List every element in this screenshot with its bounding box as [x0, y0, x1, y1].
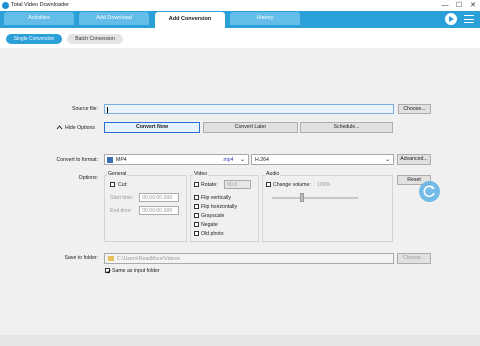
start-time-label: Start time:: [110, 195, 134, 201]
schedule-button[interactable]: Schedule...: [300, 122, 393, 133]
negate-checkbox[interactable]: [194, 222, 199, 227]
chevron-down-icon: ⌄: [240, 157, 246, 163]
grayscale-label: Grayscale: [201, 213, 225, 219]
video-format-icon: [107, 157, 113, 163]
app-logo-icon: [2, 2, 9, 9]
change-volume-label: Change volume:: [273, 182, 311, 188]
convert-format-label: Convert to format:: [56, 157, 98, 163]
format-select[interactable]: MP4 .mp4 ⌄: [104, 154, 249, 165]
refresh-icon[interactable]: [419, 181, 440, 202]
close-window-button[interactable]: ✕: [466, 0, 480, 11]
folder-icon: [108, 256, 114, 261]
tab-add-conversion[interactable]: Add Conversion: [155, 12, 225, 28]
tab-history[interactable]: History: [230, 12, 300, 25]
save-choose-button[interactable]: Choose...: [397, 253, 431, 264]
flip-vertical-label: Flip vertically: [201, 195, 231, 201]
chevron-down-icon: ⌄: [385, 157, 391, 163]
single-conversion-button[interactable]: Single Conversion: [6, 34, 62, 44]
old-photo-checkbox[interactable]: [194, 231, 199, 236]
minimize-button[interactable]: —: [438, 0, 452, 11]
change-volume-checkbox[interactable]: [266, 182, 271, 187]
convert-later-button[interactable]: Convert Later: [203, 122, 298, 133]
end-time-input[interactable]: 00:00:00.000: [139, 206, 179, 215]
same-input-checkbox[interactable]: [105, 268, 111, 273]
status-bar: [0, 335, 480, 346]
window-title: Total Video Downloader: [11, 2, 69, 8]
format-extension: .mp4: [222, 157, 234, 163]
same-input-label: Same as input folder: [112, 268, 160, 274]
volume-slider-track: [272, 197, 358, 199]
negate-label: Negate: [201, 222, 218, 228]
codec-value: H.264: [255, 157, 269, 163]
video-group-title: Video: [193, 171, 209, 177]
rotate-label: Rotate:: [201, 182, 218, 188]
tab-add-download[interactable]: Add Download: [79, 12, 149, 25]
general-group-title: General: [107, 171, 128, 177]
convert-now-button[interactable]: Convert Now: [104, 122, 200, 133]
options-label: Options:: [78, 175, 98, 181]
source-file-input[interactable]: [104, 104, 394, 114]
source-file-label: Source file:: [72, 106, 98, 112]
cut-label: Cut:: [118, 182, 128, 188]
rotate-select[interactable]: 90.0: [224, 180, 251, 189]
source-choose-button[interactable]: Choose...: [398, 104, 431, 114]
codec-select[interactable]: H.264 ⌄: [251, 154, 394, 165]
flip-horizontal-checkbox[interactable]: [194, 204, 199, 209]
batch-conversion-button[interactable]: Batch Conversion: [67, 34, 123, 44]
save-folder-label: Save to folder:: [64, 255, 98, 261]
audio-group-title: Audio: [265, 171, 281, 177]
title-bar: [0, 0, 480, 11]
old-photo-label: Old photo: [201, 231, 224, 237]
hide-options-toggle[interactable]: Hide Options: [65, 125, 95, 131]
hamburger-menu-icon[interactable]: [464, 14, 474, 24]
volume-slider-thumb[interactable]: [300, 193, 305, 202]
chevron-up-icon[interactable]: [56, 124, 63, 131]
grayscale-checkbox[interactable]: [194, 213, 199, 218]
save-folder-path: C:\Users\ReadMore\Videos: [117, 256, 181, 262]
volume-value: 100%: [317, 182, 331, 188]
play-icon[interactable]: [445, 13, 457, 25]
save-folder-input[interactable]: C:\Users\ReadMore\Videos: [104, 253, 394, 264]
rotate-checkbox[interactable]: [194, 182, 199, 187]
format-value: MP4: [116, 157, 127, 163]
end-time-label: End time:: [110, 208, 132, 214]
maximize-button[interactable]: ☐: [452, 0, 466, 11]
flip-vertical-checkbox[interactable]: [194, 195, 199, 200]
flip-horizontal-label: Flip horizontally: [201, 204, 238, 210]
start-time-input[interactable]: 00:00:00.000: [139, 193, 179, 202]
advanced-button[interactable]: Advanced...: [397, 154, 431, 165]
tab-activities[interactable]: Activities: [4, 12, 74, 25]
cut-checkbox[interactable]: [110, 182, 115, 187]
